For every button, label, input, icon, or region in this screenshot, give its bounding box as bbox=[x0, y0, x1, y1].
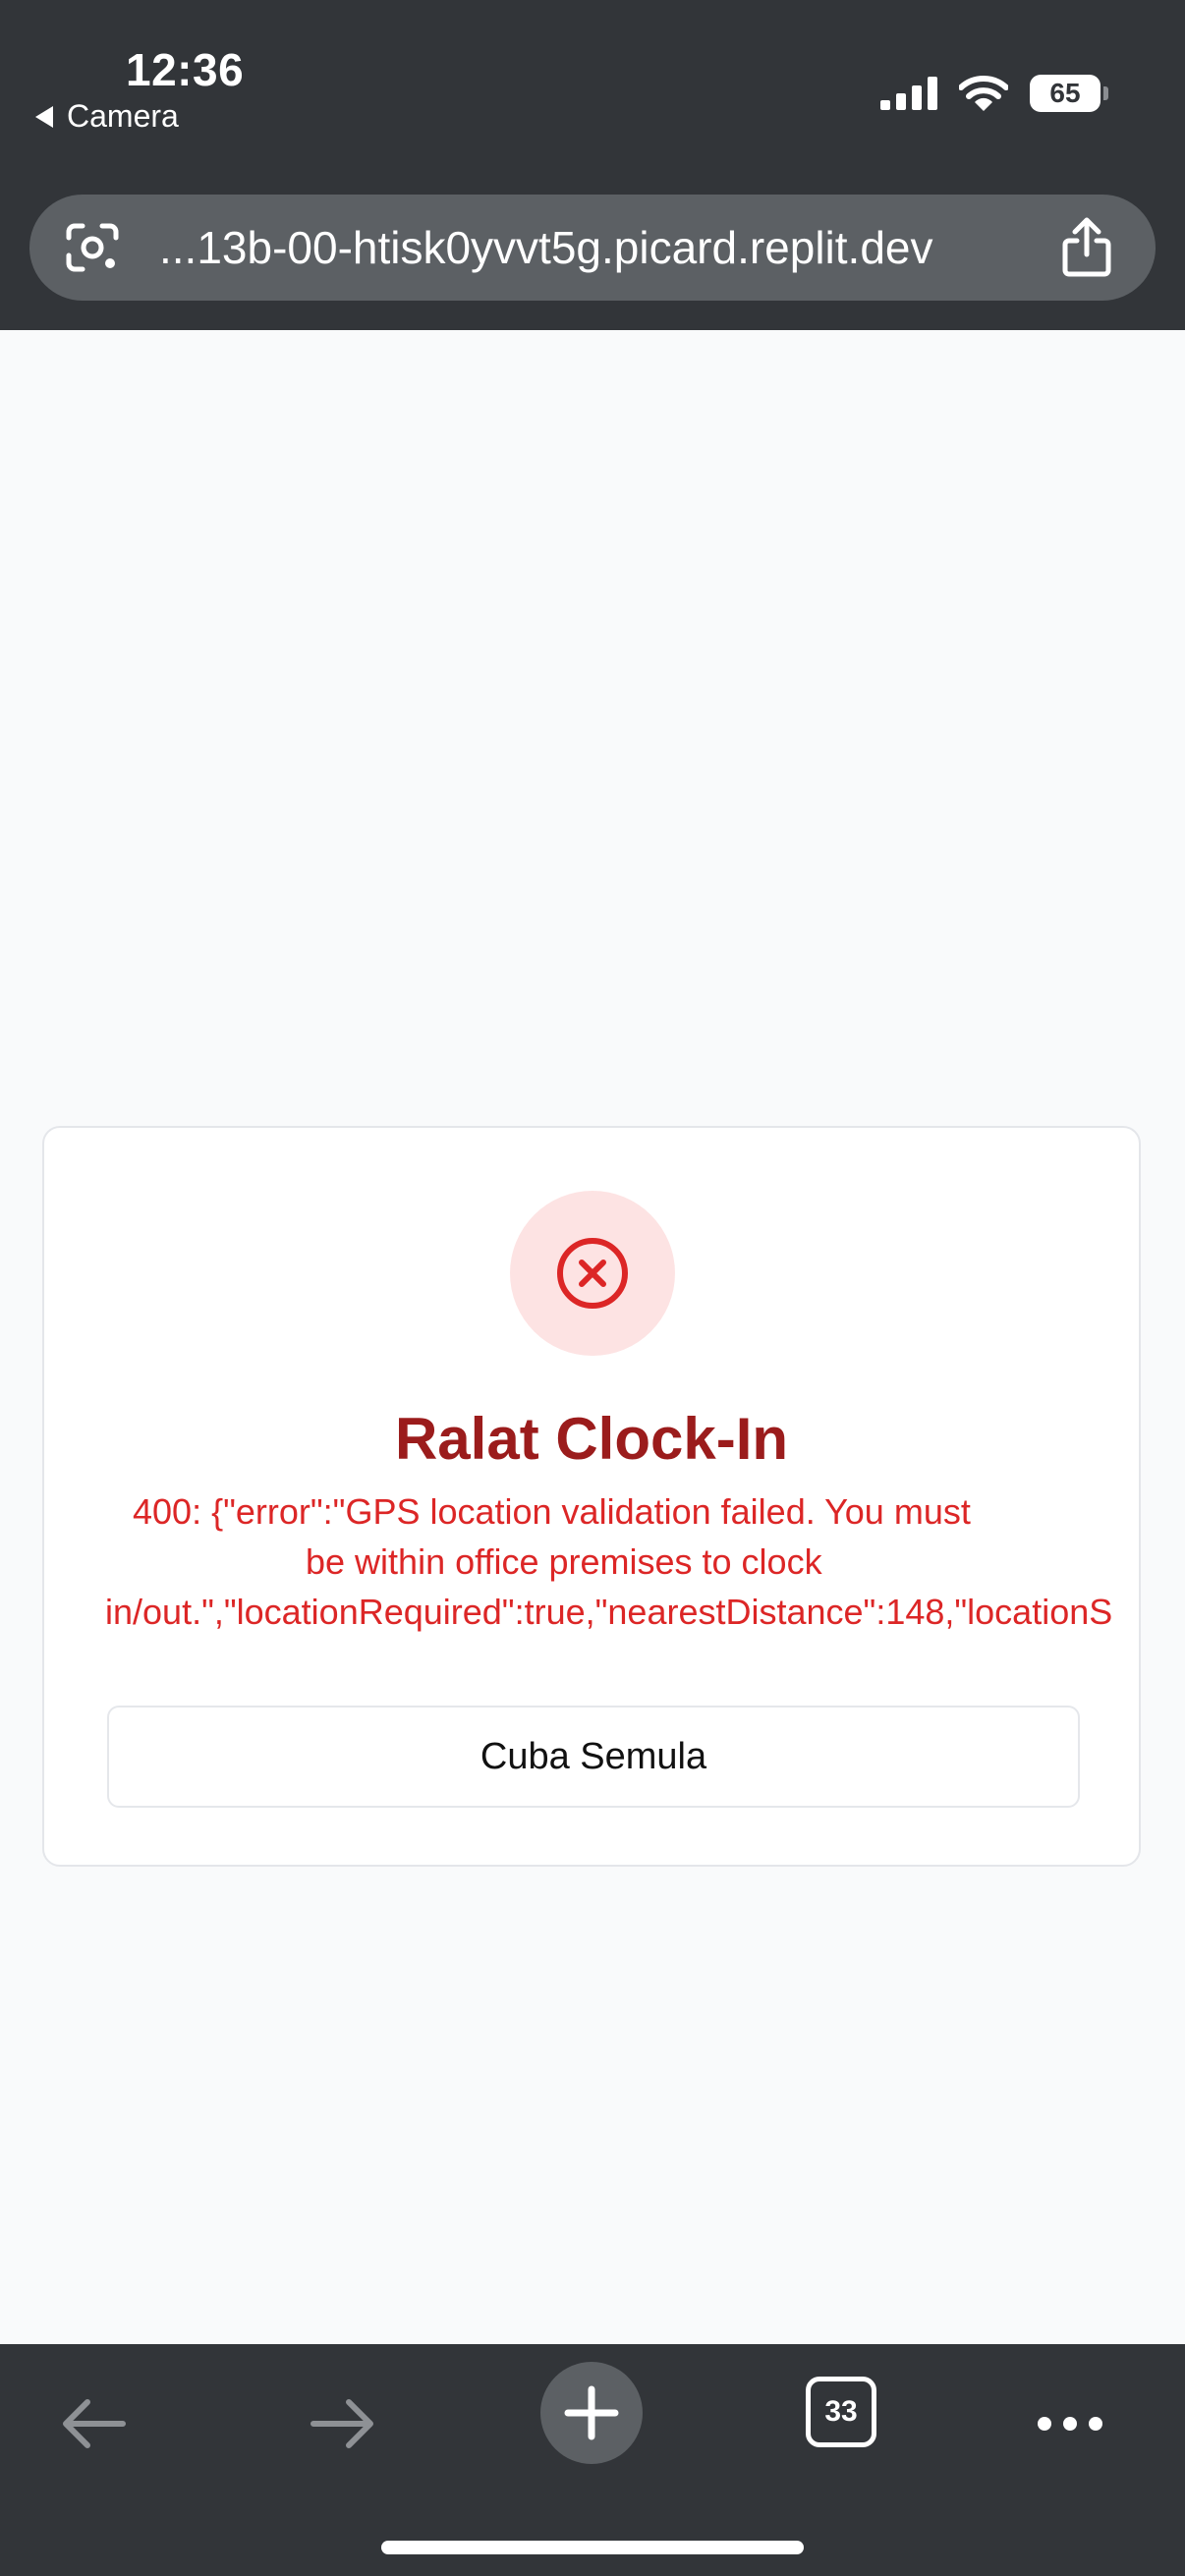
top-chrome: 12:36 Camera 65 ...13b-00-htisk0yvvt5g.p… bbox=[0, 0, 1185, 330]
more-button[interactable] bbox=[1026, 2380, 1114, 2468]
status-time: 12:36 bbox=[126, 44, 245, 95]
retry-button[interactable]: Cuba Semula bbox=[107, 1706, 1080, 1808]
status-icons: 65 bbox=[880, 75, 1108, 112]
back-app-label: Camera bbox=[67, 98, 179, 134]
home-indicator[interactable] bbox=[381, 2541, 804, 2554]
error-message-line-2: be within office premises to clock bbox=[306, 1541, 822, 1582]
url-text[interactable]: ...13b-00-htisk0yvvt5g.picard.replit.dev bbox=[159, 221, 933, 274]
address-bar[interactable]: ...13b-00-htisk0yvvt5g.picard.replit.dev bbox=[29, 195, 1156, 301]
arrow-left-icon bbox=[63, 2399, 126, 2448]
new-tab-button[interactable] bbox=[540, 2362, 643, 2464]
ellipsis-icon bbox=[1038, 2417, 1102, 2431]
battery-indicator: 65 bbox=[1030, 75, 1108, 112]
error-icon-container bbox=[510, 1191, 675, 1356]
arrow-right-icon bbox=[310, 2399, 373, 2448]
error-card: Ralat Clock-In 400: {"error":"GPS locati… bbox=[42, 1126, 1141, 1867]
google-lens-icon[interactable] bbox=[63, 218, 122, 277]
back-button[interactable] bbox=[49, 2380, 138, 2468]
error-title: Ralat Clock-In bbox=[394, 1406, 789, 1472]
back-to-app-link[interactable]: Camera bbox=[35, 98, 179, 135]
forward-button[interactable] bbox=[299, 2380, 387, 2468]
error-message-line-3: in/out.","locationRequired":true,"neares… bbox=[105, 1592, 1113, 1632]
plus-icon bbox=[564, 2385, 619, 2440]
wifi-icon bbox=[959, 76, 1008, 111]
back-triangle-icon bbox=[35, 105, 53, 128]
cellular-signal-icon bbox=[880, 77, 937, 110]
tab-switcher-button[interactable]: 33 bbox=[806, 2377, 876, 2447]
x-circle-icon bbox=[557, 1238, 628, 1309]
error-message-line-1: 400: {"error":"GPS location validation f… bbox=[133, 1491, 971, 1532]
share-icon[interactable] bbox=[1057, 216, 1116, 279]
